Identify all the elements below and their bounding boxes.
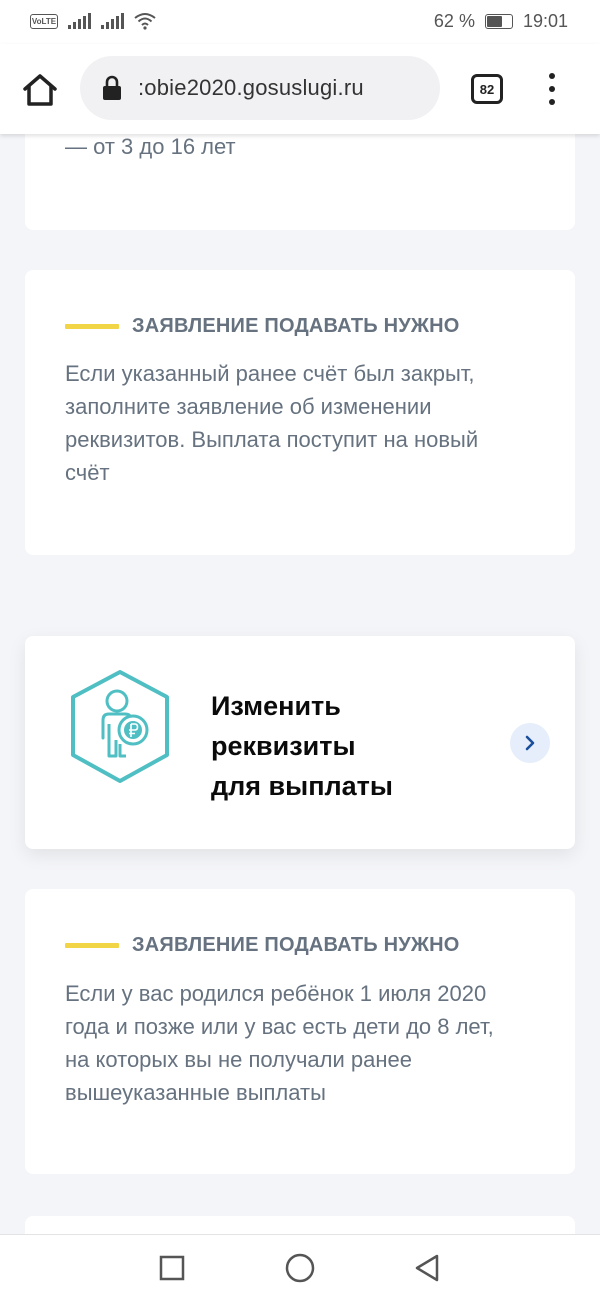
signal-icon — [68, 13, 91, 29]
info-body-line: на которых вы не получали ранее — [65, 1047, 412, 1072]
status-right: 62 % 19:01 — [434, 11, 568, 32]
info-body-line: реквизитов. Выплата поступит на новый — [65, 427, 479, 452]
info-heading: ЗАЯВЛЕНИЕ ПОДАВАТЬ НУЖНО — [132, 315, 460, 337]
square-icon — [159, 1255, 185, 1281]
person-ruble-hexagon-icon — [71, 670, 169, 783]
accent-bar — [65, 324, 119, 329]
battery-fill — [486, 16, 502, 27]
browser-toolbar: :obie2020.gosuslugi.ru 82 — [0, 44, 600, 134]
battery-percent: 62 % — [433, 11, 475, 31]
accent-bar — [65, 943, 119, 948]
tabs-count-button[interactable]: 82 — [471, 74, 503, 104]
overflow-menu-button[interactable] — [542, 71, 562, 107]
recent-apps-button[interactable] — [157, 1253, 187, 1283]
action-title: Изменить реквизиты для выплаты — [211, 686, 471, 806]
action-title-line: Изменить — [211, 691, 341, 721]
status-bar: VoLTE 62 % 19:01 — [0, 0, 600, 44]
home-nav-button[interactable] — [285, 1253, 315, 1283]
action-title-line: реквизиты — [211, 731, 356, 761]
action-title-line: для выплаты — [211, 771, 393, 801]
info-body-line: счёт — [65, 460, 110, 485]
info-body: Если у вас родился ребёнок 1 июля 2020 г… — [65, 977, 565, 1109]
info-body-line: заполните заявление об изменении — [65, 394, 432, 419]
clock: 19:01 — [522, 11, 568, 31]
wifi-icon — [134, 13, 156, 30]
change-requisites-card[interactable]: Изменить реквизиты для выплаты — [25, 636, 575, 849]
lock-icon — [103, 75, 121, 100]
status-left: VoLTE — [30, 12, 156, 30]
info-heading: ЗАЯВЛЕНИЕ ПОДАВАТЬ НУЖНО — [132, 934, 460, 956]
home-icon — [23, 74, 57, 106]
info-card: ЗАЯВЛЕНИЕ ПОДАВАТЬ НУЖНО Если указанный … — [25, 270, 575, 555]
menu-dot — [549, 99, 555, 105]
info-body-line: вышеуказанные выплаты — [65, 1080, 326, 1105]
circle-icon — [285, 1253, 315, 1283]
back-button[interactable] — [412, 1253, 442, 1283]
card-text: — от 3 до 16 лет — [65, 134, 236, 159]
home-button[interactable] — [20, 70, 60, 110]
signal-icon-2 — [101, 13, 124, 29]
info-body-line: Если у вас родился ребёнок 1 июля 2020 — [65, 981, 487, 1006]
address-bar[interactable]: :obie2020.gosuslugi.ru — [80, 56, 440, 120]
volte-icon: VoLTE — [30, 13, 58, 29]
url-text: :obie2020.gosuslugi.ru — [138, 75, 364, 100]
battery-icon — [484, 14, 513, 29]
open-action-button[interactable] — [510, 723, 550, 763]
info-heading-row: ЗАЯВЛЕНИЕ ПОДАВАТЬ НУЖНО — [65, 315, 460, 338]
info-body-line: года и позже или у вас есть дети до 8 ле… — [65, 1014, 494, 1039]
menu-dot — [549, 73, 555, 79]
back-triangle-icon — [415, 1254, 439, 1282]
info-heading-row: ЗАЯВЛЕНИЕ ПОДАВАТЬ НУЖНО — [65, 934, 460, 957]
info-body: Если указанный ранее счёт был закрыт, за… — [65, 357, 545, 489]
info-card: ЗАЯВЛЕНИЕ ПОДАВАТЬ НУЖНО Если у вас роди… — [25, 889, 575, 1174]
menu-dot — [549, 86, 555, 92]
system-nav-bar — [0, 1234, 600, 1299]
chevron-right-icon — [525, 735, 535, 751]
info-body-line: Если указанный ранее счёт был закрыт, — [65, 361, 475, 386]
